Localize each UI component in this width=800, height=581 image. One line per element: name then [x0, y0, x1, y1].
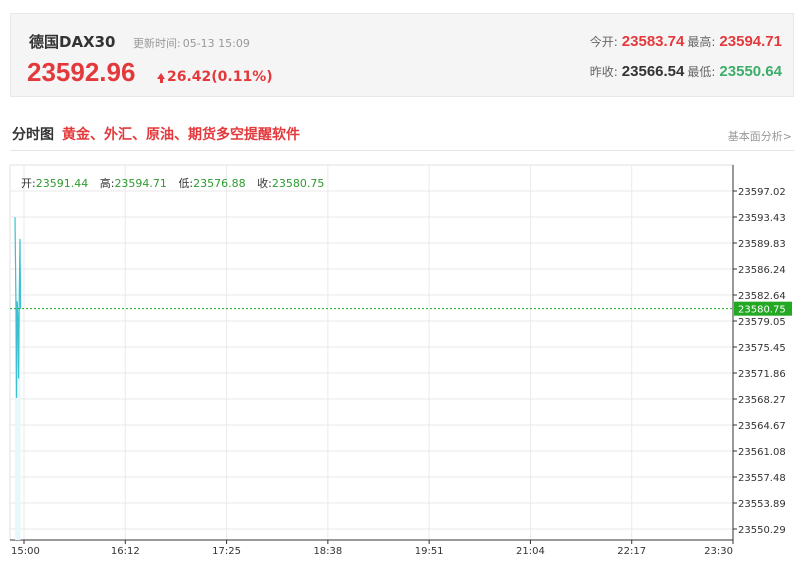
- y-tick-label: 23593.43: [738, 213, 786, 224]
- high-value: 23594.71: [719, 33, 782, 50]
- ohlc-low-label: 低:: [178, 177, 194, 190]
- prevclose-low-row: 昨收: 23566.54 最低: 23550.64: [590, 63, 785, 80]
- section-title: 分时图: [12, 127, 54, 143]
- y-tick-label: 23568.27: [738, 395, 786, 406]
- ohlc-high-value: 23594.71: [114, 177, 167, 190]
- y-tick-label: 23557.48: [738, 473, 786, 484]
- y-tick-label: 23582.64: [738, 291, 786, 302]
- x-axis: 15:00 16:12 17:25 18:38 19:51 21:04 22:17 23:30: [10, 539, 734, 557]
- current-price-marker: 23580.75: [10, 301, 792, 316]
- y-tick-label: 23564.67: [738, 421, 786, 432]
- y-tick-label: 23575.45: [738, 343, 786, 354]
- price-series: [14, 217, 22, 540]
- last-price: 23592.96: [27, 57, 136, 87]
- promo-link[interactable]: 黄金、外汇、原油、期货多空提醒软件: [62, 124, 300, 144]
- low-value: 23550.64: [719, 63, 782, 80]
- y-tick-label: 23561.08: [738, 447, 786, 458]
- ohlc-close-label: 收:: [257, 177, 272, 190]
- high-label: 最高:: [687, 35, 716, 49]
- instrument-name: 德国DAX30: [29, 33, 116, 51]
- y-tick-label: 23553.89: [738, 499, 786, 510]
- x-tick-label: 22:17: [617, 546, 646, 557]
- x-tick-label: 15:00: [11, 546, 40, 557]
- ohlc-close-value: 23580.75: [271, 177, 325, 190]
- low-label: 最低:: [687, 65, 716, 79]
- x-tick-label: 21:04: [516, 546, 545, 557]
- x-tick-label: 19:51: [415, 546, 444, 557]
- open-label: 今开:: [589, 35, 618, 49]
- ohlc-open-label: 开:: [21, 177, 36, 190]
- y-tick-label: 23586.24: [738, 265, 786, 276]
- ohlc-high-label: 高:: [99, 177, 115, 190]
- arrow-up-icon: [157, 73, 165, 83]
- plot-border: [9, 164, 734, 541]
- x-tick-label: 16:12: [111, 546, 140, 557]
- intraday-chart[interactable]: 23597.02 23593.43 23589.83 23586.24 23582.64…: [0, 150, 800, 581]
- prev-close-value: 23566.54: [621, 63, 685, 80]
- y-axis: 23597.02 23593.43 23589.83 23586.24 23582.64…: [732, 165, 786, 540]
- chart-grid: [9, 164, 734, 541]
- current-price-label: 23580.75: [738, 305, 786, 316]
- y-tick-label: 23571.86: [738, 369, 786, 380]
- update-time: 更新时间: 05-13 15:09: [133, 37, 250, 50]
- x-tick-label: 23:30: [704, 546, 733, 557]
- y-tick-label: 23589.83: [738, 239, 786, 250]
- chart-canvas[interactable]: 23597.02 23593.43 23589.83 23586.24 23582.64…: [0, 150, 800, 581]
- x-tick-label: 18:38: [313, 546, 342, 557]
- y-tick-label: 23597.02: [738, 187, 786, 198]
- x-tick-label: 17:25: [212, 546, 241, 557]
- prev-close-label: 昨收:: [589, 65, 618, 79]
- y-tick-label: 23550.29: [738, 525, 786, 536]
- y-tick-label: 23579.05: [738, 317, 786, 328]
- open-high-row: 今开: 23583.74 最高: 23594.71: [590, 33, 785, 50]
- open-value: 23583.74: [621, 33, 685, 50]
- price-change: 26.42(0.11%): [157, 69, 273, 85]
- ohlc-readout: 开:23591.44 高:23594.71 低:23576.88 收:23580…: [21, 175, 332, 191]
- quote-panel: 德国DAX30 更新时间: 05-13 15:09 23592.96 26.42(…: [10, 13, 794, 97]
- fundamentals-link[interactable]: 基本面分析>: [728, 128, 792, 144]
- ohlc-low-value: 23576.88: [193, 177, 246, 190]
- ohlc-open-value: 23591.44: [35, 177, 89, 190]
